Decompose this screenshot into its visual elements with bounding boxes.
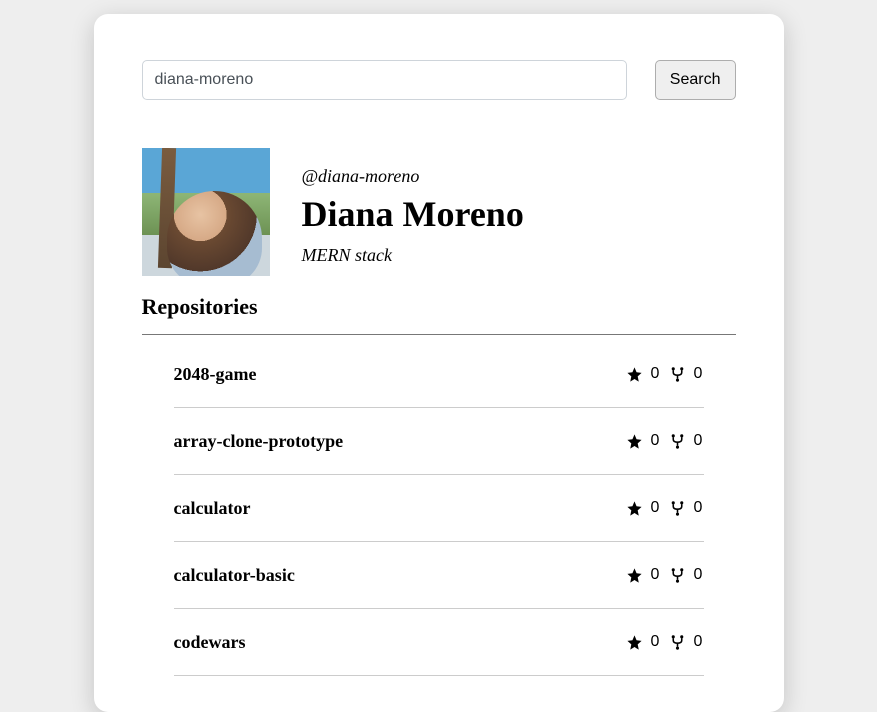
star-icon	[626, 567, 643, 584]
fork-count: 0	[694, 633, 704, 651]
avatar	[142, 148, 270, 276]
profile-display-name: Diana Moreno	[302, 193, 524, 235]
repository-stats: 00	[626, 499, 704, 517]
fork-count: 0	[694, 566, 704, 584]
profile-handle: @diana-moreno	[302, 166, 524, 187]
star-count: 0	[651, 499, 661, 517]
section-divider	[142, 334, 736, 335]
repository-stats: 00	[626, 432, 704, 450]
repository-stats: 00	[626, 365, 704, 383]
fork-count: 0	[694, 499, 704, 517]
fork-count: 0	[694, 365, 704, 383]
repository-link[interactable]: codewars	[174, 632, 246, 653]
repositories-heading: Repositories	[142, 294, 736, 320]
repository-link[interactable]: calculator	[174, 498, 251, 519]
fork-icon	[669, 567, 686, 584]
repository-link[interactable]: 2048-game	[174, 364, 257, 385]
fork-count: 0	[694, 432, 704, 450]
star-icon	[626, 500, 643, 517]
fork-icon	[669, 366, 686, 383]
search-row: Search	[142, 60, 736, 100]
repository-stats: 00	[626, 566, 704, 584]
star-count: 0	[651, 633, 661, 651]
star-count: 0	[651, 432, 661, 450]
star-icon	[626, 634, 643, 651]
star-count: 0	[651, 365, 661, 383]
repository-list: 2048-game00array-clone-prototype00calcul…	[142, 341, 736, 676]
search-input[interactable]	[142, 60, 627, 100]
profile-info: @diana-moreno Diana Moreno MERN stack	[302, 148, 524, 266]
repository-item: 2048-game00	[174, 341, 704, 408]
star-icon	[626, 433, 643, 450]
search-button[interactable]: Search	[655, 60, 736, 100]
repository-item: codewars00	[174, 609, 704, 676]
star-icon	[626, 366, 643, 383]
profile-section: @diana-moreno Diana Moreno MERN stack	[142, 148, 736, 276]
repository-item: array-clone-prototype00	[174, 408, 704, 475]
app-card: Search @diana-moreno Diana Moreno MERN s…	[94, 14, 784, 712]
repository-stats: 00	[626, 633, 704, 651]
repository-item: calculator-basic00	[174, 542, 704, 609]
fork-icon	[669, 500, 686, 517]
repository-item: calculator00	[174, 475, 704, 542]
repository-link[interactable]: calculator-basic	[174, 565, 295, 586]
fork-icon	[669, 433, 686, 450]
fork-icon	[669, 634, 686, 651]
repository-link[interactable]: array-clone-prototype	[174, 431, 344, 452]
star-count: 0	[651, 566, 661, 584]
profile-bio: MERN stack	[302, 245, 524, 266]
